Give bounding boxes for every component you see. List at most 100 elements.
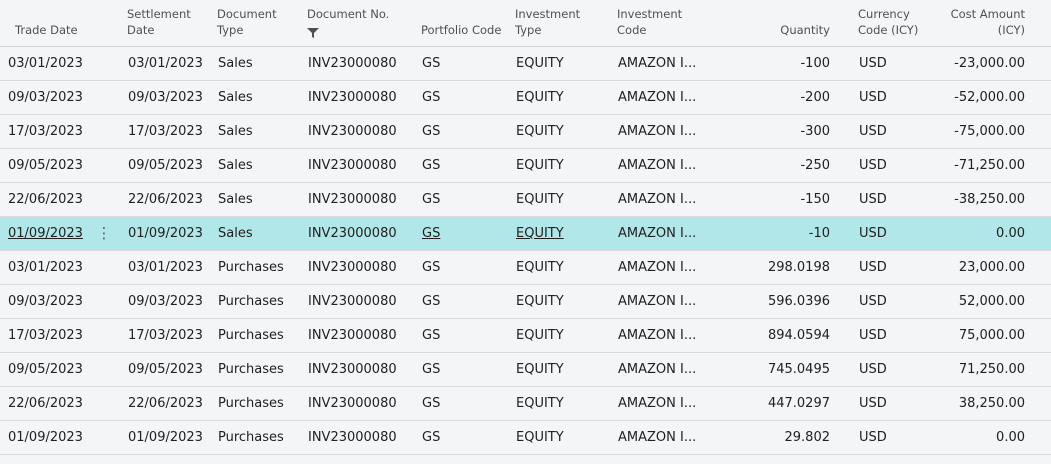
cell-document-type[interactable]: Purchases xyxy=(209,284,299,319)
cell-investment-type[interactable]: EQUITY xyxy=(514,46,616,81)
cell-trade-date[interactable]: 03/01/2023 xyxy=(0,250,119,285)
table-row[interactable]: 09/03/2023 09/03/2023 Sales INV23000080 GS EQ… xyxy=(0,80,1051,115)
table-row[interactable]: 22/06/2023 22/06/2023 Purchases INV23000080… xyxy=(0,386,1051,421)
cell-investment-type[interactable]: EQUITY xyxy=(514,352,616,387)
table-row[interactable]: 01/09/2023 ⋮ 01/09/2023 Sales INV23000080 GS E… xyxy=(0,216,1051,251)
cell-quantity[interactable]: -250 xyxy=(716,148,850,183)
cell-portfolio-code[interactable]: GS xyxy=(413,318,514,353)
cell-currency-code[interactable]: USD xyxy=(850,216,950,251)
cell-trade-date[interactable]: 01/09/2023 xyxy=(0,420,119,455)
more-vertical-icon[interactable]: ⋮ xyxy=(95,224,113,242)
cell-settlement-date[interactable]: 01/09/2023 xyxy=(119,420,209,455)
column-header-cost-amount[interactable]: Cost Amount (ICY) xyxy=(950,0,1051,47)
cell-trade-date[interactable]: 17/03/2023 xyxy=(0,114,119,149)
cell-currency-code[interactable]: USD xyxy=(850,250,950,285)
cell-investment-code[interactable]: AMAZON I... xyxy=(616,148,716,183)
table-row[interactable]: 03/01/2023 03/01/2023 Sales INV23000080 GS EQ… xyxy=(0,46,1051,81)
cell-trade-date[interactable]: 03/01/2023 xyxy=(0,46,119,81)
cell-investment-code[interactable]: AMAZON I... xyxy=(616,420,716,455)
cell-investment-type[interactable]: EQUITY xyxy=(514,114,616,149)
cell-investment-type[interactable]: EQUITY xyxy=(514,80,616,115)
cell-currency-code[interactable]: USD xyxy=(850,46,950,81)
cell-currency-code[interactable]: USD xyxy=(850,352,950,387)
cell-currency-code[interactable]: USD xyxy=(850,284,950,319)
cell-investment-code[interactable]: AMAZON I... xyxy=(616,386,716,421)
cell-quantity[interactable]: 298.0198 xyxy=(716,250,850,285)
cell-quantity[interactable]: -300 xyxy=(716,114,850,149)
cell-settlement-date[interactable]: 17/03/2023 xyxy=(119,114,209,149)
table-row[interactable]: 03/01/2023 03/01/2023 Purchases INV23000080… xyxy=(0,250,1051,285)
cell-document-type[interactable]: Sales xyxy=(209,46,299,81)
cell-document-type[interactable]: Purchases xyxy=(209,386,299,421)
cell-investment-code[interactable]: AMAZON I... xyxy=(616,80,716,115)
cell-quantity[interactable]: -100 xyxy=(716,46,850,81)
cell-quantity[interactable]: 29.802 xyxy=(716,420,850,455)
table-row[interactable]: 17/03/2023 17/03/2023 Sales INV23000080 GS EQ… xyxy=(0,114,1051,149)
cell-investment-type-text[interactable]: EQUITY xyxy=(516,226,564,241)
cell-cost-amount[interactable]: -75,000.00 xyxy=(950,114,1051,149)
cell-investment-type[interactable]: EQUITY xyxy=(514,148,616,183)
cell-investment-type[interactable]: EQUITY xyxy=(514,250,616,285)
cell-cost-amount[interactable]: 71,250.00 xyxy=(950,352,1051,387)
cell-trade-date[interactable]: 22/06/2023 xyxy=(0,386,119,421)
cell-currency-code[interactable]: USD xyxy=(850,148,950,183)
cell-quantity[interactable]: -150 xyxy=(716,182,850,217)
cell-cost-amount[interactable]: -52,000.00 xyxy=(950,80,1051,115)
cell-document-no[interactable]: INV23000080 xyxy=(299,250,413,285)
cell-quantity[interactable]: -10 xyxy=(716,216,850,251)
cell-settlement-date[interactable]: 09/05/2023 xyxy=(119,148,209,183)
cell-document-type[interactable]: Sales xyxy=(209,148,299,183)
cell-currency-code[interactable]: USD xyxy=(850,318,950,353)
cell-currency-code[interactable]: USD xyxy=(850,386,950,421)
cell-trade-date[interactable]: 01/09/2023 ⋮ xyxy=(0,216,119,251)
cell-currency-code[interactable]: USD xyxy=(850,182,950,217)
table-row[interactable]: 01/09/2023 01/09/2023 Purchases INV23000080… xyxy=(0,420,1051,455)
cell-settlement-date[interactable]: 09/03/2023 xyxy=(119,284,209,319)
cell-portfolio-code-text[interactable]: GS xyxy=(422,226,440,241)
cell-investment-code[interactable]: AMAZON I... xyxy=(616,46,716,81)
cell-investment-code[interactable]: AMAZON I... xyxy=(616,216,716,251)
cell-document-type[interactable]: Sales xyxy=(209,182,299,217)
cell-document-no[interactable]: INV23000080 xyxy=(299,80,413,115)
cell-trade-date-text[interactable]: 01/09/2023 xyxy=(8,226,83,241)
cell-quantity[interactable]: -200 xyxy=(716,80,850,115)
cell-trade-date[interactable]: 09/03/2023 xyxy=(0,80,119,115)
cell-trade-date[interactable]: 17/03/2023 xyxy=(0,318,119,353)
table-row[interactable]: 09/05/2023 09/05/2023 Purchases INV23000080… xyxy=(0,352,1051,387)
filter-icon[interactable] xyxy=(307,26,319,38)
cell-portfolio-code[interactable]: GS xyxy=(413,80,514,115)
cell-document-no[interactable]: INV23000080 xyxy=(299,114,413,149)
cell-document-type[interactable]: Sales xyxy=(209,216,299,251)
cell-investment-type[interactable]: EQUITY xyxy=(514,386,616,421)
cell-cost-amount[interactable]: 0.00 xyxy=(950,420,1051,455)
cell-investment-type[interactable]: EQUITY xyxy=(514,284,616,319)
cell-cost-amount[interactable]: 52,000.00 xyxy=(950,284,1051,319)
cell-trade-date[interactable]: 09/03/2023 xyxy=(0,284,119,319)
cell-cost-amount[interactable]: -23,000.00 xyxy=(950,46,1051,81)
cell-trade-date[interactable]: 09/05/2023 xyxy=(0,148,119,183)
cell-investment-type[interactable]: EQUITY xyxy=(514,318,616,353)
cell-portfolio-code[interactable]: GS xyxy=(413,284,514,319)
cell-trade-date[interactable]: 22/06/2023 xyxy=(0,182,119,217)
cell-investment-type[interactable]: EQUITY xyxy=(514,420,616,455)
cell-currency-code[interactable]: USD xyxy=(850,114,950,149)
cell-cost-amount[interactable]: -71,250.00 xyxy=(950,148,1051,183)
cell-quantity[interactable]: 447.0297 xyxy=(716,386,850,421)
column-header-quantity[interactable]: Quantity xyxy=(716,0,850,47)
cell-portfolio-code[interactable]: GS xyxy=(413,250,514,285)
cell-document-no[interactable]: INV23000080 xyxy=(299,352,413,387)
cell-currency-code[interactable]: USD xyxy=(850,420,950,455)
cell-document-type[interactable]: Sales xyxy=(209,80,299,115)
column-header-portfolio-code[interactable]: Portfolio Code xyxy=(413,0,514,47)
cell-investment-type[interactable]: EQUITY xyxy=(514,216,616,251)
column-header-settlement-date[interactable]: Settlement Date xyxy=(119,0,209,47)
cell-settlement-date[interactable]: 09/05/2023 xyxy=(119,352,209,387)
table-row[interactable]: 09/03/2023 09/03/2023 Purchases INV23000080… xyxy=(0,284,1051,319)
cell-document-type[interactable]: Purchases xyxy=(209,420,299,455)
cell-quantity[interactable]: 894.0594 xyxy=(716,318,850,353)
cell-quantity[interactable]: 596.0396 xyxy=(716,284,850,319)
cell-cost-amount[interactable]: 23,000.00 xyxy=(950,250,1051,285)
cell-portfolio-code[interactable]: GS xyxy=(413,182,514,217)
cell-document-no[interactable]: INV23000080 xyxy=(299,386,413,421)
cell-settlement-date[interactable]: 17/03/2023 xyxy=(119,318,209,353)
